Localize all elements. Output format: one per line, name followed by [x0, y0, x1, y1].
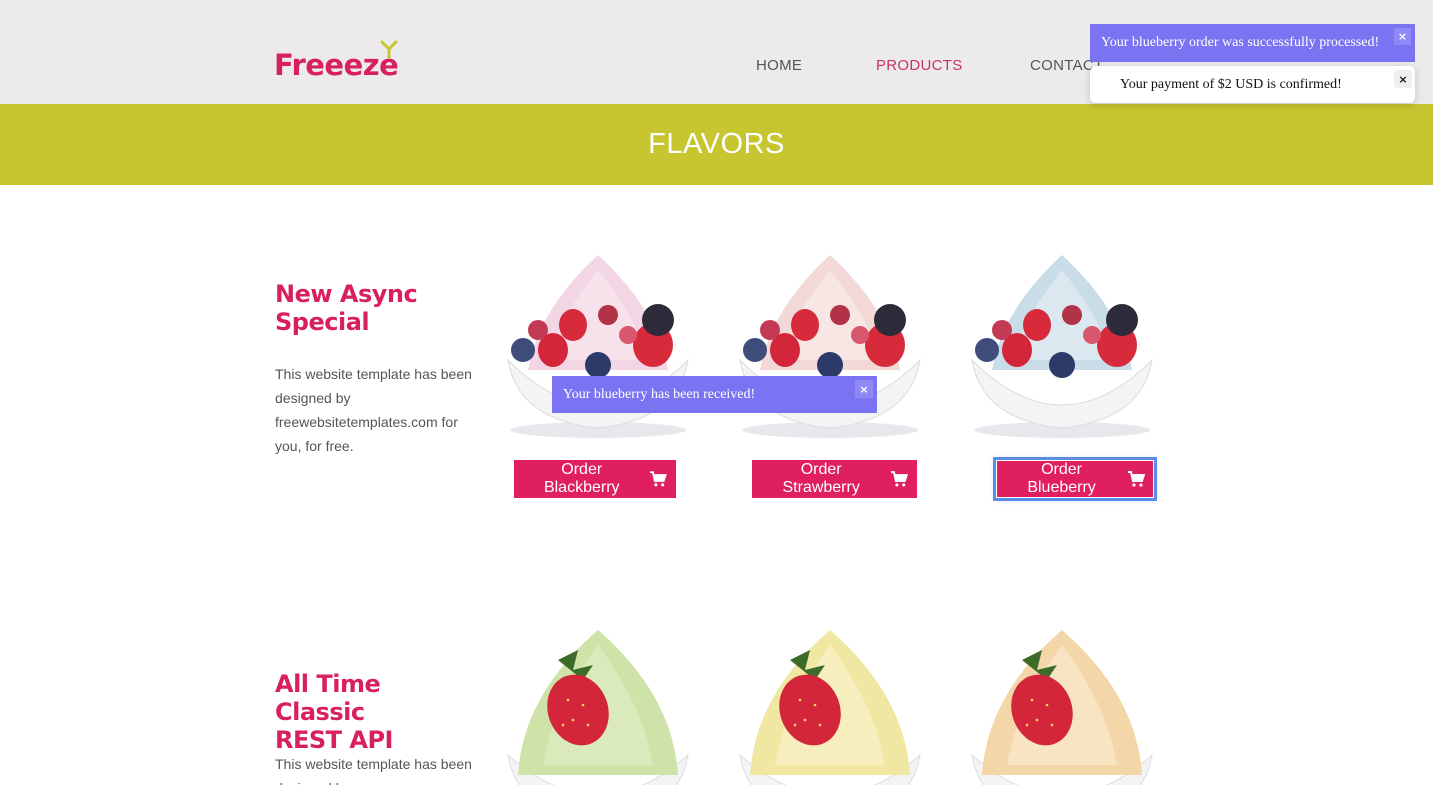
close-icon[interactable]: ×	[855, 380, 873, 398]
close-icon[interactable]: ×	[1394, 70, 1412, 88]
payment-confirmed-toast: Your payment of $2 USD is confirmed! ×	[1090, 66, 1415, 103]
section-title-async: New Async Special	[275, 280, 475, 336]
toast-message: Your payment of $2 USD is confirmed!	[1120, 77, 1342, 92]
section-title-rest: All Time Classic REST API	[275, 670, 475, 754]
shopping-cart-icon	[891, 471, 908, 487]
order-button-label: Order Blueberry	[1027, 461, 1096, 496]
nav-home[interactable]: HOME	[756, 57, 802, 74]
section-description: This website template has been designed …	[275, 366, 472, 454]
order-button-label: Order Blackberry	[543, 461, 620, 496]
green-yogurt-image	[498, 625, 698, 785]
section-title-line: New Async	[275, 280, 418, 308]
order-button-label: Order Strawberry	[782, 461, 860, 496]
section-title-line: All Time Classic	[275, 670, 381, 726]
order-blackberry-button[interactable]: Order Blackberry	[514, 460, 676, 498]
toast-message: Your blueberry has been received!	[563, 387, 756, 402]
order-strawberry-button[interactable]: Order Strawberry	[752, 460, 917, 498]
shopping-cart-icon	[650, 471, 667, 487]
page-title: FLAVORS	[648, 128, 785, 160]
close-icon[interactable]: ×	[1394, 28, 1411, 45]
blueberry-received-toast: Your blueberry has been received! ×	[552, 376, 877, 413]
toast-message: Your blueberry order was successfully pr…	[1101, 35, 1380, 50]
lemon-yogurt-image	[730, 625, 930, 785]
blueberry-yogurt-image	[962, 250, 1162, 440]
peach-yogurt-image	[962, 625, 1162, 785]
order-processed-toast: Your blueberry order was successfully pr…	[1090, 24, 1415, 62]
shopping-cart-icon	[1128, 471, 1145, 487]
nav-products[interactable]: PRODUCTS	[876, 57, 963, 74]
section-description: This website template has been designed …	[275, 756, 472, 785]
sprout-icon	[380, 40, 398, 58]
order-blueberry-button[interactable]: Order Blueberry	[993, 457, 1157, 501]
section-title-line: Special	[275, 308, 370, 336]
section-title-line: REST API	[275, 726, 393, 754]
